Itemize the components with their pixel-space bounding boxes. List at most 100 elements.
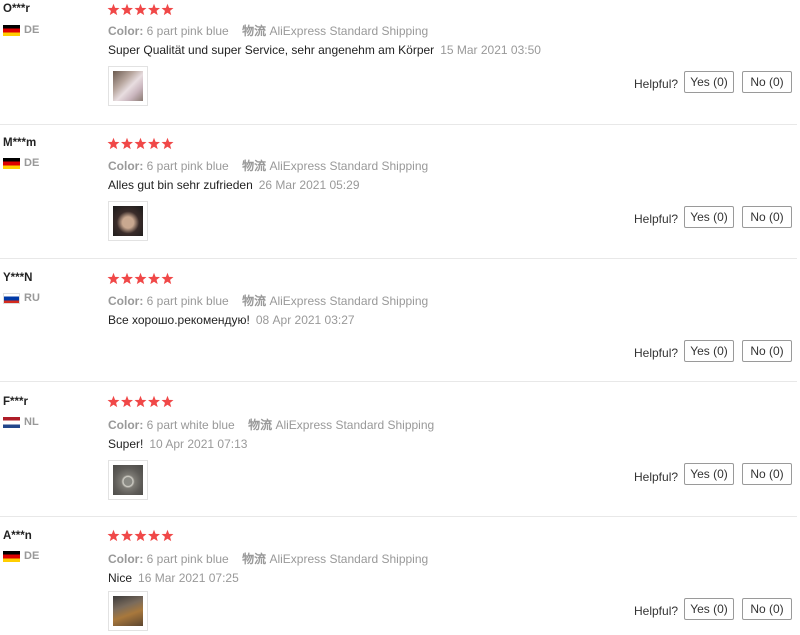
review-date: 08 Apr 2021 03:27 <box>255 313 355 327</box>
country-code: RU <box>24 292 40 304</box>
helpful-yes-button[interactable]: Yes (0) <box>684 463 734 485</box>
review-date: 10 Apr 2021 07:13 <box>149 437 248 451</box>
helpful-yes-button[interactable]: Yes (0) <box>684 598 734 620</box>
star-icon <box>161 137 174 150</box>
reviewer-name: A***n <box>3 530 32 542</box>
shipping-value: AliExpress Standard Shipping <box>269 552 429 566</box>
shipping-label: 物流 <box>242 552 267 566</box>
star-icon <box>161 529 174 542</box>
star-icon <box>107 529 120 542</box>
review-body: Super! <box>108 437 144 451</box>
review-text: Super Qualität und super Service, sehr a… <box>108 43 541 57</box>
star-icon <box>148 137 160 150</box>
star-icon <box>121 272 133 285</box>
star-icon <box>134 137 147 150</box>
germany-flag-icon <box>3 24 20 36</box>
helpful-no-button[interactable]: No (0) <box>742 598 792 620</box>
helpful-label: Helpful? <box>634 77 679 91</box>
star-icon <box>148 3 160 16</box>
helpful-yes-button[interactable]: Yes (0) <box>684 340 734 362</box>
reviewer-name: O***r <box>3 3 30 15</box>
color-label: Color: <box>108 418 144 432</box>
star-icon <box>107 395 120 408</box>
shipping-label: 物流 <box>242 294 267 308</box>
review-body: Nice <box>108 571 133 585</box>
color-label: Color: <box>108 159 144 173</box>
helpful-yes-button[interactable]: Yes (0) <box>684 71 734 93</box>
shipping-label: 物流 <box>248 418 273 432</box>
reviewer-country: DE <box>3 24 39 36</box>
star-rating <box>107 395 175 409</box>
order-info: Color: 6 part pink blue 物流 AliExpress St… <box>108 157 428 174</box>
shipping-value: AliExpress Standard Shipping <box>269 24 429 38</box>
review-text: Все хорошо.рекомендую! 08 Apr 2021 03:27 <box>108 313 355 327</box>
shipping-value: AliExpress Standard Shipping <box>275 418 435 432</box>
helpful-no-button[interactable]: No (0) <box>742 463 792 485</box>
review-body: Все хорошо.рекомендую! <box>108 313 250 327</box>
shipping-label: 物流 <box>242 24 267 38</box>
shipping-label: 物流 <box>242 159 267 173</box>
order-info: Color: 6 part pink blue 物流 AliExpress St… <box>108 550 428 567</box>
stars-graphic <box>107 3 174 16</box>
stars-graphic <box>107 272 174 285</box>
color-value: 6 part pink blue <box>146 294 229 308</box>
color-label: Color: <box>108 24 144 38</box>
review-photo-thumbnail[interactable] <box>108 66 148 106</box>
review-photo-image <box>113 596 143 626</box>
review-item: A***n DE Color: 6 part pink blue 物流 AliE… <box>0 528 797 635</box>
star-rating <box>107 137 175 151</box>
review-item: F***r NL Color: 6 part white blue 物流 Ali… <box>0 394 797 517</box>
review-photo-thumbnail[interactable] <box>108 201 148 241</box>
review-item: M***m DE Color: 6 part pink blue 物流 AliE… <box>0 135 797 259</box>
review-date: 15 Mar 2021 03:50 <box>440 43 541 57</box>
helpful-no-button[interactable]: No (0) <box>742 340 792 362</box>
review-body: Alles gut bin sehr zufrieden <box>108 178 253 192</box>
review-item: O***r DE Color: 6 part pink blue 物流 AliE… <box>0 0 797 125</box>
reviewer-name: F***r <box>3 396 28 408</box>
color-label: Color: <box>108 294 144 308</box>
helpful-no-button[interactable]: No (0) <box>742 71 792 93</box>
germany-flag-icon <box>3 550 20 562</box>
star-icon <box>107 272 120 285</box>
country-code: DE <box>24 157 40 169</box>
reviewer-country: DE <box>3 550 39 562</box>
star-icon <box>134 272 147 285</box>
color-value: 6 part white blue <box>146 418 235 432</box>
star-icon <box>107 3 120 16</box>
color-value: 6 part pink blue <box>146 552 229 566</box>
country-code: DE <box>24 550 40 562</box>
germany-flag-icon <box>3 157 20 169</box>
order-info: Color: 6 part white blue 物流 AliExpress S… <box>108 416 434 433</box>
shipping-value: AliExpress Standard Shipping <box>269 159 429 173</box>
star-icon <box>161 395 174 408</box>
star-icon <box>161 272 174 285</box>
review-photo-thumbnail[interactable] <box>108 460 148 500</box>
star-icon <box>121 395 133 408</box>
country-code: DE <box>24 24 40 36</box>
review-text: Alles gut bin sehr zufrieden 26 Mar 2021 … <box>108 178 360 192</box>
russia-flag-icon <box>3 292 20 304</box>
helpful-label: Helpful? <box>634 604 679 618</box>
review-body: Super Qualität und super Service, sehr a… <box>108 43 435 57</box>
review-photo-image <box>113 465 143 495</box>
color-label: Color: <box>108 552 144 566</box>
review-text: Nice 16 Mar 2021 07:25 <box>108 571 239 585</box>
star-icon <box>134 395 147 408</box>
helpful-yes-button[interactable]: Yes (0) <box>684 206 734 228</box>
color-value: 6 part pink blue <box>146 159 229 173</box>
star-icon <box>134 3 147 16</box>
star-icon <box>107 137 120 150</box>
star-rating <box>107 529 175 543</box>
star-rating <box>107 272 175 286</box>
review-photo-thumbnail[interactable] <box>108 591 148 631</box>
helpful-label: Helpful? <box>634 470 679 484</box>
star-icon <box>148 529 160 542</box>
helpful-label: Helpful? <box>634 346 679 360</box>
star-icon <box>148 395 160 408</box>
reviewer-country: RU <box>3 292 40 304</box>
reviewer-name: M***m <box>3 137 37 149</box>
reviewer-country: DE <box>3 157 39 169</box>
star-rating <box>107 3 175 17</box>
star-icon <box>134 529 147 542</box>
helpful-no-button[interactable]: No (0) <box>742 206 792 228</box>
